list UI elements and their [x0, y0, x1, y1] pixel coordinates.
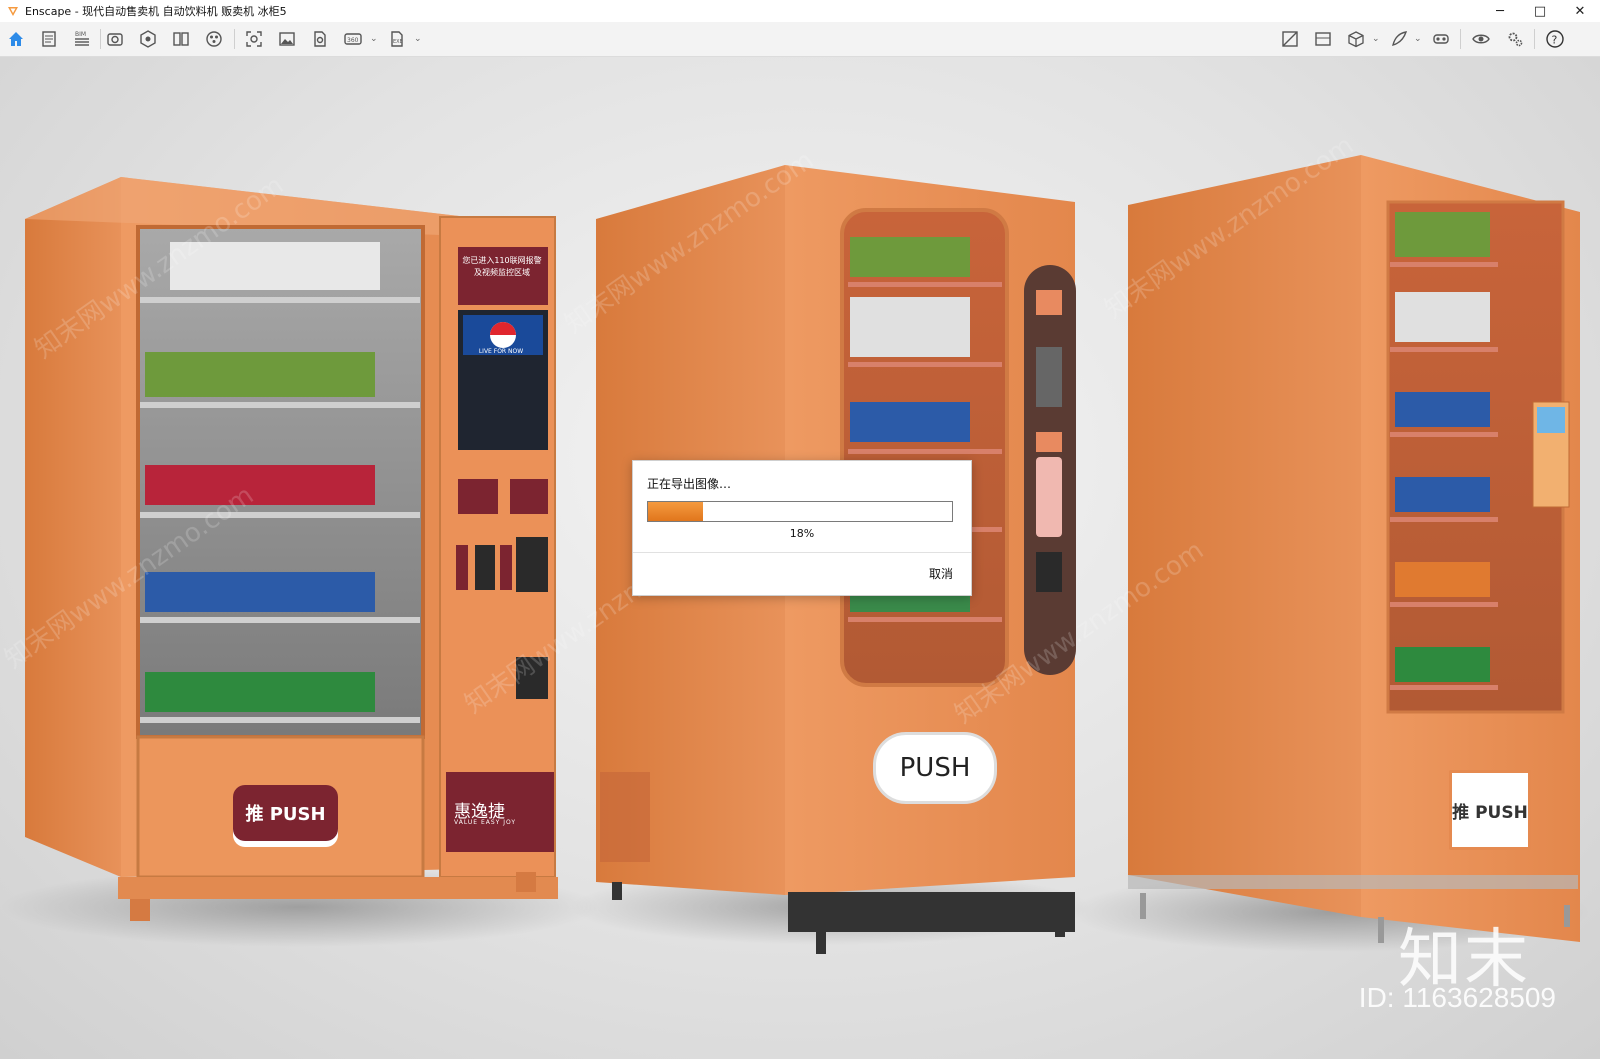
- enscape-logo-icon: [8, 7, 18, 16]
- feather-icon[interactable]: [1388, 28, 1410, 50]
- panorama-label: 360: [347, 37, 359, 44]
- export-icon[interactable]: [309, 28, 331, 50]
- close-button[interactable]: ✕: [1560, 0, 1600, 22]
- toolbar-separator: [100, 29, 101, 49]
- progress-fill: [648, 502, 703, 521]
- dialog-message: 正在导出图像…: [647, 477, 732, 491]
- settings-icon[interactable]: [1504, 28, 1526, 50]
- camera-view-icon[interactable]: [104, 28, 126, 50]
- image-id: ID: 1163628509: [1358, 982, 1556, 1013]
- progress-percent: 18%: [789, 527, 815, 540]
- image-icon[interactable]: [276, 28, 298, 50]
- toolbar-separator: [1534, 29, 1535, 49]
- vr-icon[interactable]: [1430, 28, 1452, 50]
- toolbar-separator: [1460, 29, 1461, 49]
- material-icon[interactable]: [1279, 28, 1301, 50]
- home-icon[interactable]: [5, 28, 27, 50]
- maximize-button[interactable]: □: [1520, 0, 1560, 22]
- cancel-button[interactable]: 取消: [929, 565, 953, 582]
- exe-label: EXE: [393, 39, 403, 45]
- screenshot-icon[interactable]: [243, 28, 265, 50]
- bim-label: BIM: [75, 31, 86, 38]
- panorama-icon[interactable]: 360: [342, 28, 364, 50]
- list-icon[interactable]: BIM: [71, 28, 93, 50]
- title-bar: Enscape - 现代自动售卖机 自动饮料机 贩卖机 冰柜5 ─ □ ✕: [0, 0, 1600, 22]
- eye-icon[interactable]: [1470, 28, 1492, 50]
- minimize-button[interactable]: ─: [1480, 0, 1520, 22]
- svg-text:?: ?: [1552, 34, 1558, 47]
- surveillance-sign: 您已进入110联网报警及视频监控区域: [462, 256, 542, 277]
- left-push-label: 推 PUSH: [233, 785, 338, 841]
- window-title: Enscape - 现代自动售卖机 自动饮料机 贩卖机 冰柜5: [25, 5, 287, 18]
- bim-icon[interactable]: [137, 28, 159, 50]
- atmosphere-icon[interactable]: [1312, 28, 1334, 50]
- right-push-label: 推 PUSH: [1449, 770, 1531, 850]
- middle-push-label: PUSH: [873, 732, 997, 804]
- dialog-divider: [633, 552, 971, 553]
- help-icon[interactable]: ?: [1544, 28, 1566, 50]
- brand-subtitle: VALUE EASY JOY: [454, 819, 517, 826]
- exe-icon[interactable]: EXE: [386, 28, 408, 50]
- cube-icon[interactable]: [1345, 28, 1367, 50]
- screen-slogan: LIVE FOR NOW: [478, 348, 524, 355]
- asset-icon[interactable]: [203, 28, 225, 50]
- chevron-down-icon[interactable]: ⌄: [370, 34, 378, 44]
- document-icon[interactable]: [38, 28, 60, 50]
- toolbar-separator: [234, 29, 235, 49]
- chevron-down-icon[interactable]: ⌄: [1372, 34, 1380, 44]
- book-icon[interactable]: [170, 28, 192, 50]
- export-progress-dialog: 正在导出图像… 18% 取消: [632, 460, 972, 596]
- progress-bar: [647, 501, 953, 522]
- chevron-down-icon[interactable]: ⌄: [414, 34, 422, 44]
- chevron-down-icon[interactable]: ⌄: [1414, 34, 1422, 44]
- toolbar: BIM 360 ⌄ EXE ⌄ ⌄ ⌄ ?: [0, 22, 1600, 78]
